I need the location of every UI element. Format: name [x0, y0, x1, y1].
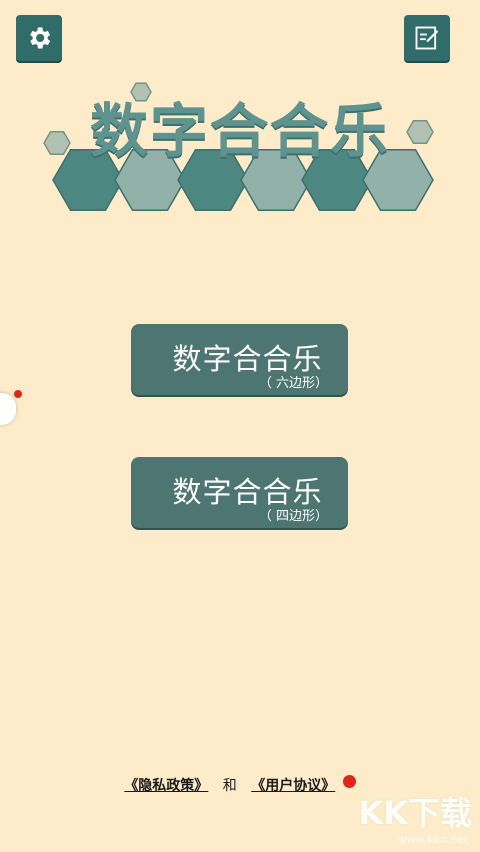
notification-dot — [14, 390, 22, 398]
watermark-url: www.kkx.net — [397, 833, 468, 846]
footer-conjunction: 和 — [222, 778, 237, 794]
square-mode-button[interactable]: 数字合合乐 （ 四边形） — [131, 457, 348, 528]
hexagon-mode-button[interactable]: 数字合合乐 （ 六边形） — [131, 324, 348, 395]
square-mode-sub: （ 四边形） — [258, 509, 328, 524]
privacy-policy-link[interactable]: 《隐私政策》 — [124, 778, 208, 794]
notification-dot — [342, 775, 356, 788]
user-agreement-link[interactable]: 《用户协议》 — [251, 778, 335, 794]
hexagon-mode-sub: （ 六边形） — [258, 376, 328, 391]
floating-side-widget[interactable] — [0, 390, 22, 425]
watermark-logo: KK下载 — [358, 794, 472, 832]
app-title: 数字合合乐 — [89, 97, 390, 165]
